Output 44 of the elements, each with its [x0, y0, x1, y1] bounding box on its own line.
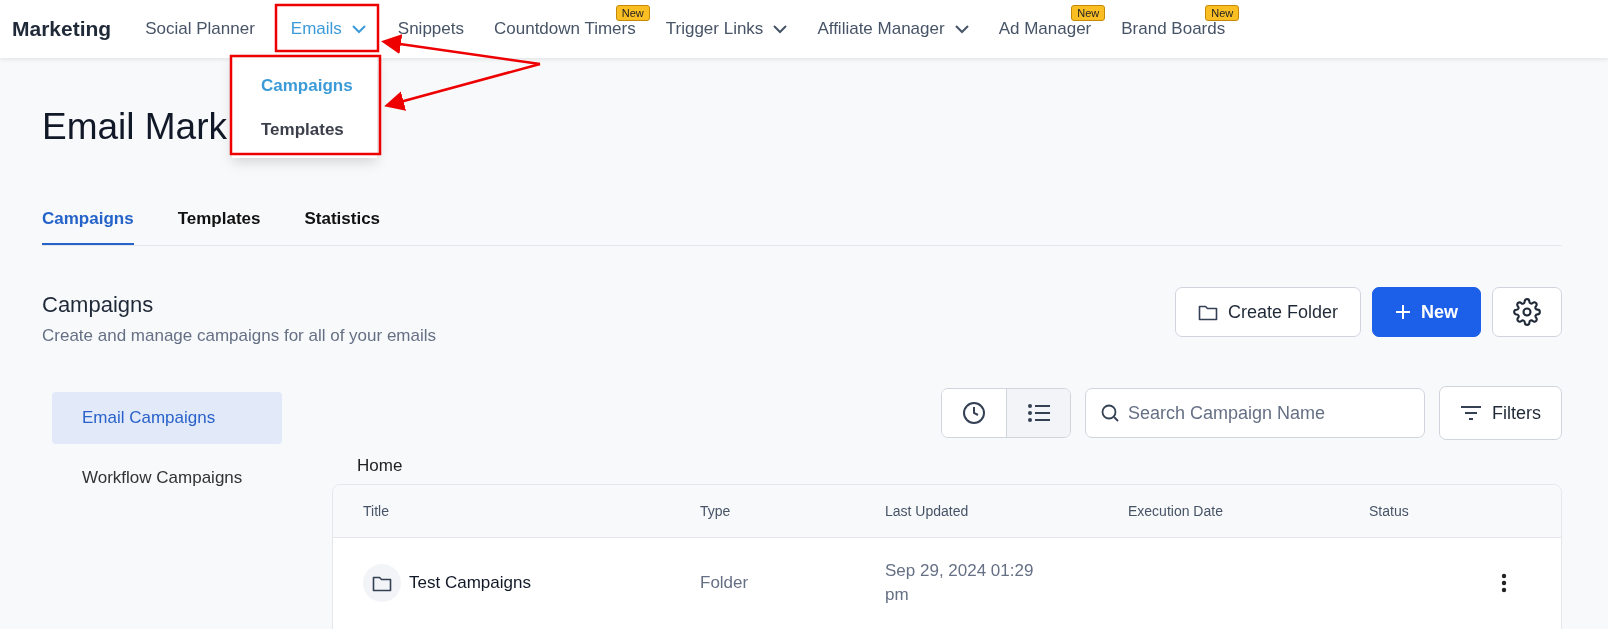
new-button[interactable]: New: [1372, 287, 1481, 337]
filters-button[interactable]: Filters: [1439, 386, 1562, 440]
column-header: Title: [363, 503, 390, 519]
sidebar-item[interactable]: Email Campaigns: [52, 392, 282, 444]
table-cell-text: Test Campaigns: [409, 572, 531, 594]
tab[interactable]: Campaigns: [42, 209, 134, 245]
tab[interactable]: Statistics: [304, 209, 381, 245]
filter-icon: [1460, 405, 1482, 421]
nav-tab[interactable]: Snippets: [397, 15, 464, 43]
column-header: Last Updated: [885, 503, 970, 519]
list-icon: [1027, 404, 1050, 422]
settings-icon: [1513, 298, 1541, 326]
more-icon[interactable]: [1501, 573, 1507, 593]
new-badge: New: [615, 5, 650, 21]
new-badge: New: [1071, 5, 1106, 21]
list-view-button[interactable]: [1006, 389, 1070, 437]
chevron-down-icon: [954, 24, 969, 34]
table-cell-text: Folder: [700, 572, 750, 594]
app-title: Marketing: [12, 17, 112, 41]
column-header: Execution Date: [1128, 503, 1224, 519]
plus-icon: [1395, 304, 1411, 320]
chevron-down-icon: [773, 24, 788, 34]
new-badge: New: [1205, 5, 1240, 21]
nav-tab[interactable]: Trigger Links: [665, 15, 788, 43]
tab[interactable]: Templates: [177, 209, 261, 245]
nav-tab[interactable]: Social Planner: [145, 15, 255, 43]
table-cell-text: Sep 29, 2024 01:29 pm: [885, 560, 1035, 606]
page-title: Email Mark: [42, 106, 228, 149]
nav-tab[interactable]: Affiliate Manager: [817, 15, 969, 43]
section-subtitle: Create and manage campaigns for all of your emails: [42, 326, 437, 346]
chevron-down-icon: [351, 24, 366, 34]
section-title: Campaigns: [42, 292, 155, 318]
create-folder-button[interactable]: Create Folder: [1174, 287, 1361, 337]
column-header: Status: [1369, 503, 1410, 519]
settings-button[interactable]: [1492, 287, 1562, 337]
search-field[interactable]: Search Campaign Name: [1085, 388, 1425, 438]
breadcrumb: Home: [357, 456, 404, 476]
sidebar-item[interactable]: Workflow Campaigns: [52, 452, 282, 504]
clock-icon: [962, 401, 986, 425]
folder-icon: [1197, 303, 1218, 321]
folder-icon: [372, 574, 392, 592]
column-header: Type: [700, 503, 732, 519]
menu-item[interactable]: Templates: [232, 108, 377, 152]
search-icon: [1101, 404, 1119, 422]
